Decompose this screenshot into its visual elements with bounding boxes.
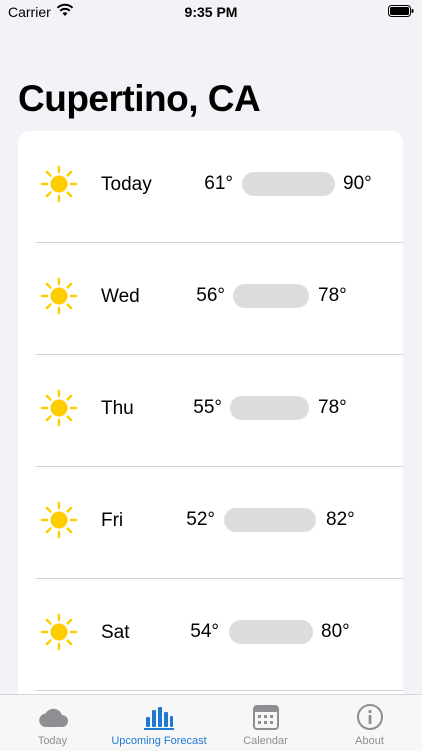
- temp-range-bar: [242, 172, 335, 196]
- tab-upcoming-forecast[interactable]: Upcoming Forecast: [105, 695, 213, 751]
- high-temp: 90°: [343, 173, 372, 194]
- temp-range-bar: [224, 508, 316, 532]
- status-bar: Carrier 9:35 PM: [0, 0, 422, 24]
- tab-calendar[interactable]: Calendar: [213, 695, 318, 751]
- day-label: Fri: [101, 510, 124, 531]
- forecast-row[interactable]: Sat 54° 80°: [18, 579, 403, 691]
- forecast-row[interactable]: Fri 52° 82°: [18, 467, 403, 579]
- high-temp: 78°: [318, 285, 347, 306]
- temp-range-bar: [233, 284, 309, 308]
- tab-label: Today: [37, 735, 68, 747]
- tab-label: About: [355, 735, 384, 747]
- day-label: Today: [101, 174, 152, 195]
- page-title: Cupertino, CA: [18, 78, 261, 119]
- tab-today[interactable]: Today: [0, 695, 105, 751]
- forecast-row[interactable]: Today 61° 90°: [18, 131, 403, 243]
- low-temp: 54°: [190, 621, 219, 642]
- sun-icon: [40, 613, 78, 651]
- battery-icon: [388, 5, 414, 17]
- low-temp: 56°: [196, 285, 225, 306]
- clock-time: 9:35 PM: [184, 4, 238, 20]
- low-temp: 55°: [193, 397, 222, 418]
- low-temp: 52°: [186, 509, 215, 530]
- high-temp: 80°: [321, 621, 350, 642]
- row-divider: [36, 690, 403, 691]
- high-temp: 78°: [318, 397, 347, 418]
- tab-bar: Today Upcoming Forecast Calendar About: [0, 694, 422, 751]
- forecast-list: Today 61° 90° Wed 56° 78° Thu 55° 78° Fr…: [18, 131, 403, 731]
- forecast-row[interactable]: Thu 55° 78°: [18, 355, 403, 467]
- day-label: Thu: [101, 398, 134, 419]
- calendar-icon: [252, 705, 279, 730]
- sun-icon: [40, 389, 78, 427]
- bar-chart-icon: [144, 707, 174, 730]
- low-temp: 61°: [204, 173, 233, 194]
- day-label: Sat: [101, 622, 130, 643]
- sun-icon: [40, 277, 78, 315]
- temp-range-bar: [229, 620, 313, 644]
- forecast-row[interactable]: Wed 56° 78°: [18, 243, 403, 355]
- tab-label: Calendar: [243, 735, 288, 747]
- sun-icon: [40, 501, 78, 539]
- high-temp: 82°: [326, 509, 355, 530]
- tab-about[interactable]: About: [317, 695, 422, 751]
- tab-label: Upcoming Forecast: [111, 735, 207, 747]
- sun-icon: [40, 165, 78, 203]
- info-icon: [356, 704, 383, 730]
- day-label: Wed: [101, 286, 140, 307]
- temp-range-bar: [230, 396, 309, 420]
- cloud-icon: [38, 708, 68, 727]
